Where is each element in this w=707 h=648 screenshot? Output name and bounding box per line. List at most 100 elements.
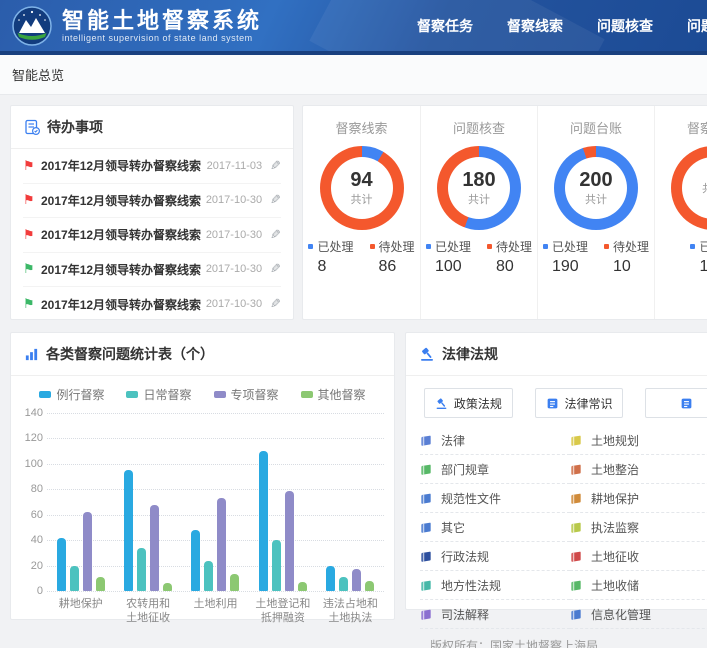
edit-icon[interactable]: ✎ — [270, 296, 281, 312]
bar-专项督察 — [217, 498, 226, 591]
legend-dot-icon — [543, 244, 548, 249]
donut-total-value: 180 — [462, 169, 495, 191]
legal-tab-button-1[interactable]: 政策法规 — [424, 388, 513, 418]
legend-dot-icon — [308, 244, 313, 249]
x-axis-label: 违法占地和 土地执法 — [317, 597, 384, 625]
flag-icon: ⚑ — [23, 227, 41, 243]
legal-link-label: 部门规章 — [441, 461, 489, 478]
legal-tab-label: 法律常识 — [565, 395, 613, 412]
bar-legend-item: 日常督察 — [126, 386, 191, 403]
legal-link-信息化管理[interactable]: 信息化管理 — [570, 600, 707, 629]
bar-其他督察 — [96, 577, 105, 591]
nav-item-4[interactable]: 问题台账 — [670, 16, 707, 36]
bar-group — [124, 470, 172, 591]
edit-icon[interactable]: ✎ — [270, 227, 281, 243]
donut-legend-label: 已处理 — [308, 238, 353, 255]
donut-legend-item: 已处理190 — [543, 238, 588, 276]
todo-list-item: ⚑2017年12月领导转办督察线索2017-10-30✎ — [23, 184, 281, 219]
todo-item-date: 2017-10-30 — [206, 298, 262, 310]
book-icon — [420, 550, 433, 563]
bar-日常督察 — [272, 540, 281, 591]
legend-dot-icon — [426, 244, 431, 249]
bar-其他督察 — [365, 581, 374, 591]
book-icon — [570, 550, 583, 563]
todo-item-text: 2017年12月领导转办督察线索 — [41, 261, 206, 278]
legal-link-规范性文件[interactable]: 规范性文件 — [420, 484, 570, 513]
todo-item-date: 2017-10-30 — [206, 263, 262, 275]
donut-legend-label: 待处理 — [604, 238, 649, 255]
nav-item-3[interactable]: 问题核查 — [580, 16, 670, 36]
nav-item-2[interactable]: 督察线索 — [490, 16, 580, 36]
donut-total-label: 共计 — [351, 191, 373, 207]
edit-icon[interactable]: ✎ — [270, 261, 281, 277]
todo-list-item: ⚑2017年12月领导转办督察线索2017-10-30 ✎ — [23, 253, 281, 288]
legal-buttons-row: 政策法规 法律常识 — [406, 376, 707, 424]
bar-group — [57, 512, 105, 591]
legal-link-label: 地方性法规 — [441, 577, 501, 594]
bar-日常督察 — [339, 577, 348, 591]
gavel-icon — [435, 397, 448, 410]
legal-tab-label: 政策法规 — [454, 395, 502, 412]
todo-list-item: ⚑2017年12月领导转办督察线索2017-11-03✎ — [23, 149, 281, 184]
donut-center: 180共计 — [437, 146, 521, 230]
donut-legend-value: 10 — [604, 258, 649, 276]
legal-links-grid: 法律 土地规划部门规章 土地整治规范性文件耕地保护其它执法监察行政法规土地征收地方性… — [406, 424, 707, 629]
flag-icon: ⚑ — [23, 192, 41, 208]
bar-chart-panel: 各类督察问题统计表（个） 例行督察日常督察专项督察其他督察 0204060801… — [10, 332, 395, 620]
todo-panel: 待办事项 ⚑2017年12月领导转办督察线索2017-11-03✎⚑2017年1… — [10, 105, 294, 320]
legal-tab-button-3[interactable] — [645, 388, 707, 418]
app-header: 智能土地督察系统 intelligent supervision of stat… — [0, 0, 707, 55]
edit-icon[interactable]: ✎ — [270, 158, 281, 174]
legal-link-土地整治[interactable]: 土地整治 — [570, 455, 707, 484]
todo-item-text: 2017年12月领导转办督察线索 — [41, 296, 206, 313]
legend-dot-icon — [370, 244, 375, 249]
legal-link-其它[interactable]: 其它 — [420, 513, 570, 542]
edit-icon[interactable]: ✎ — [270, 192, 281, 208]
donut-legend-item: 已处理8 — [308, 238, 353, 276]
bar-legend-item: 其他督察 — [301, 386, 366, 403]
flag-icon: ⚑ — [23, 158, 41, 174]
book-icon — [570, 463, 583, 476]
donut-legend-item: 待处理80 — [487, 238, 532, 276]
legal-link-法律[interactable]: 法律 — [420, 426, 570, 455]
legend-swatch-icon — [39, 391, 51, 398]
donut-legend-item: 待处理86 — [370, 238, 415, 276]
book-icon — [570, 521, 583, 534]
donut-legend: 已处理100待处理80 — [421, 238, 537, 276]
bar-group — [259, 451, 307, 591]
nav-item-1[interactable]: 督察任务 — [400, 16, 490, 36]
todo-list-icon — [24, 119, 40, 135]
legal-link-土地收储[interactable]: 土地收储 — [570, 571, 707, 600]
legal-link-label: 土地收储 — [591, 577, 639, 594]
legal-link-部门规章[interactable]: 部门规章 — [420, 455, 570, 484]
legal-link-司法解释[interactable]: 司法解释 — [420, 600, 570, 629]
legal-link-地方性法规[interactable]: 地方性法规 — [420, 571, 570, 600]
bar-专项督察 — [83, 512, 92, 591]
legal-tab-button-2[interactable]: 法律常识 — [535, 388, 624, 418]
bar-例行督察 — [326, 566, 335, 591]
book-square-icon — [546, 397, 559, 410]
legal-link-土地规划[interactable]: 土地规划 — [570, 426, 707, 455]
x-axis-label: 土地利用 — [182, 597, 249, 625]
y-axis: 020406080100120140 — [17, 413, 47, 591]
legal-link-label: 法律 — [441, 432, 465, 449]
bar-例行督察 — [57, 538, 66, 591]
donut-section-1: 督察线索94共计已处理8待处理86 — [303, 106, 420, 319]
legal-link-耕地保护[interactable]: 耕地保护 — [570, 484, 707, 513]
donut-section-3: 问题台账 200共计已处理190 待处理 10 — [537, 106, 654, 319]
donut-legend-item: 已处理175 — [690, 238, 707, 276]
y-tick-label: 100 — [25, 458, 43, 470]
bar-group — [326, 566, 374, 591]
legal-link-执法监察[interactable]: 执法监察 — [570, 513, 707, 542]
legal-link-行政法规[interactable]: 行政法规 — [420, 542, 570, 571]
donut-title: 问题台账 — [538, 118, 654, 137]
legend-swatch-icon — [214, 391, 226, 398]
donut-ring: 180共计 — [437, 146, 521, 230]
book-icon — [420, 521, 433, 534]
donut-ring: 200共计 — [554, 146, 638, 230]
app-subtitle: intelligent supervision of state land sy… — [62, 33, 262, 43]
legal-link-土地征收[interactable]: 土地征收 — [570, 542, 707, 571]
donut-legend: 已处理190 待处理 10 — [538, 238, 654, 276]
donut-center: 200共计 — [554, 146, 638, 230]
flag-icon: ⚑ — [23, 261, 41, 277]
